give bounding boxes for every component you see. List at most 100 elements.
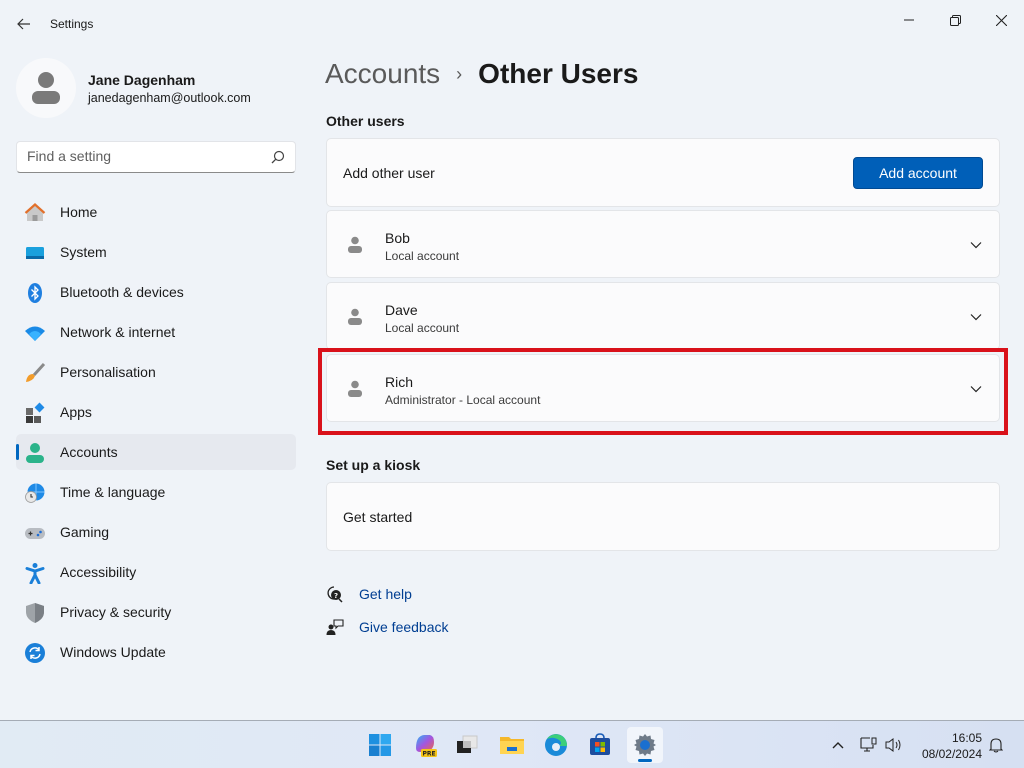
- task-view-icon: [457, 735, 478, 753]
- task-view-button[interactable]: [449, 727, 485, 763]
- accounts-icon: [24, 442, 46, 464]
- close-icon: [995, 14, 1007, 26]
- network-wired-icon: [860, 737, 877, 752]
- chevron-down-icon[interactable]: [969, 238, 983, 252]
- title-bar: Settings: [0, 0, 1024, 48]
- get-help-link[interactable]: ? Get help: [326, 584, 412, 604]
- user-card-dave[interactable]: Dave Local account: [326, 282, 1000, 350]
- sidebar-item-personalisation[interactable]: Personalisation: [16, 354, 296, 390]
- user-card-bob[interactable]: Bob Local account: [326, 210, 1000, 278]
- breadcrumb-parent[interactable]: Accounts: [325, 58, 440, 90]
- sidebar-item-label: System: [60, 244, 107, 260]
- user-account-type: Local account: [385, 321, 460, 335]
- apps-icon: [24, 402, 46, 424]
- avatar: [16, 58, 76, 118]
- sidebar-item-system[interactable]: System: [16, 234, 296, 270]
- chevron-down-icon[interactable]: [969, 382, 983, 396]
- sidebar-item-label: Privacy & security: [60, 604, 172, 620]
- give-feedback-text[interactable]: Give feedback: [359, 619, 449, 635]
- sidebar-item-label: Gaming: [60, 524, 110, 540]
- give-feedback-link[interactable]: Give feedback: [326, 617, 449, 637]
- breadcrumb: Accounts › Other Users: [325, 58, 638, 90]
- close-button[interactable]: [978, 4, 1024, 36]
- back-arrow-icon: [17, 18, 30, 30]
- get-help-text[interactable]: Get help: [359, 586, 412, 602]
- gear-icon: [634, 734, 656, 756]
- volume-tray-button[interactable]: [883, 721, 905, 768]
- network-tray-button[interactable]: [858, 721, 880, 768]
- person-icon: [348, 380, 362, 397]
- active-app-indicator: [638, 759, 652, 762]
- folder-icon: [500, 737, 524, 754]
- user-card-rich[interactable]: Rich Administrator - Local account: [326, 354, 1000, 422]
- add-other-user-label: Add other user: [343, 165, 435, 181]
- kiosk-heading: Set up a kiosk: [326, 457, 421, 473]
- gamepad-icon: [24, 522, 46, 544]
- chevron-up-icon: [832, 742, 844, 749]
- globe-clock-icon: [24, 482, 46, 504]
- profile-email: janedagenham@outlook.com: [88, 91, 251, 105]
- add-other-user-card: Add other user Add account: [326, 138, 1000, 207]
- store-button[interactable]: [582, 727, 618, 763]
- restore-icon: [949, 14, 961, 26]
- clock-time: 16:05: [951, 731, 982, 745]
- edge-button[interactable]: [538, 727, 574, 763]
- sidebar-item-label: Network & internet: [60, 324, 176, 340]
- bell-icon: [989, 738, 1003, 753]
- kiosk-get-started-card[interactable]: Get started: [326, 482, 1000, 551]
- taskbar-clock[interactable]: 16:05 08/02/2024: [922, 730, 982, 762]
- breadcrumb-separator: ›: [456, 63, 463, 84]
- windows-logo-icon: [369, 734, 391, 756]
- sidebar-item-gaming[interactable]: Gaming: [16, 514, 296, 550]
- start-button[interactable]: [362, 727, 398, 763]
- sidebar-item-bluetooth[interactable]: Bluetooth & devices: [16, 274, 296, 310]
- add-account-button[interactable]: Add account: [853, 157, 983, 189]
- store-icon: [590, 733, 610, 755]
- chevron-down-icon[interactable]: [969, 310, 983, 324]
- file-explorer-button[interactable]: [494, 727, 530, 763]
- home-icon: [24, 202, 46, 224]
- sidebar-item-windows-update[interactable]: Windows Update: [16, 634, 296, 670]
- copilot-button[interactable]: PRE: [407, 727, 443, 763]
- sidebar-item-accounts[interactable]: Accounts: [16, 434, 296, 470]
- user-name: Dave: [385, 302, 418, 318]
- edge-icon: [545, 734, 567, 756]
- user-account-type: Local account: [385, 249, 460, 263]
- other-users-heading: Other users: [326, 113, 405, 129]
- show-hidden-icons-button[interactable]: [828, 721, 848, 768]
- sidebar-item-label: Windows Update: [60, 644, 166, 660]
- sidebar-item-privacy[interactable]: Privacy & security: [16, 594, 296, 630]
- taskbar: PRE 16:05 08/02/2024: [0, 720, 1024, 768]
- speaker-icon: [885, 738, 901, 752]
- feedback-icon: [326, 619, 344, 635]
- minimize-icon: [904, 19, 914, 21]
- minimize-button[interactable]: [886, 4, 932, 36]
- user-account-type: Administrator - Local account: [385, 393, 541, 407]
- copilot-icon: PRE: [416, 735, 437, 758]
- sidebar-item-label: Bluetooth & devices: [60, 284, 184, 300]
- wifi-icon: [24, 322, 46, 344]
- sidebar-item-accessibility[interactable]: Accessibility: [16, 554, 296, 590]
- sidebar-item-label: Home: [60, 204, 98, 220]
- user-name: Bob: [385, 230, 410, 246]
- sidebar-item-time-language[interactable]: Time & language: [16, 474, 296, 510]
- sidebar-item-network[interactable]: Network & internet: [16, 314, 296, 350]
- restore-button[interactable]: [932, 4, 978, 36]
- clock-date: 08/02/2024: [921, 747, 982, 761]
- settings-taskbar-button[interactable]: [627, 727, 663, 763]
- profile-name: Jane Dagenham: [88, 72, 196, 88]
- accessibility-icon: [24, 562, 46, 584]
- sidebar-item-apps[interactable]: Apps: [16, 394, 296, 430]
- sidebar-item-label: Accounts: [60, 444, 118, 460]
- search-icon[interactable]: [271, 150, 285, 164]
- user-name: Rich: [385, 374, 414, 390]
- search-box[interactable]: [16, 141, 296, 173]
- back-button[interactable]: [12, 12, 36, 36]
- search-input[interactable]: [27, 148, 267, 164]
- brush-icon: [24, 362, 46, 384]
- notifications-button[interactable]: [986, 721, 1006, 768]
- sidebar-item-home[interactable]: Home: [16, 194, 296, 230]
- sidebar-nav: Home System Bluetooth & devices Network …: [16, 194, 296, 674]
- person-icon: [32, 72, 60, 104]
- app-title: Settings: [50, 17, 94, 31]
